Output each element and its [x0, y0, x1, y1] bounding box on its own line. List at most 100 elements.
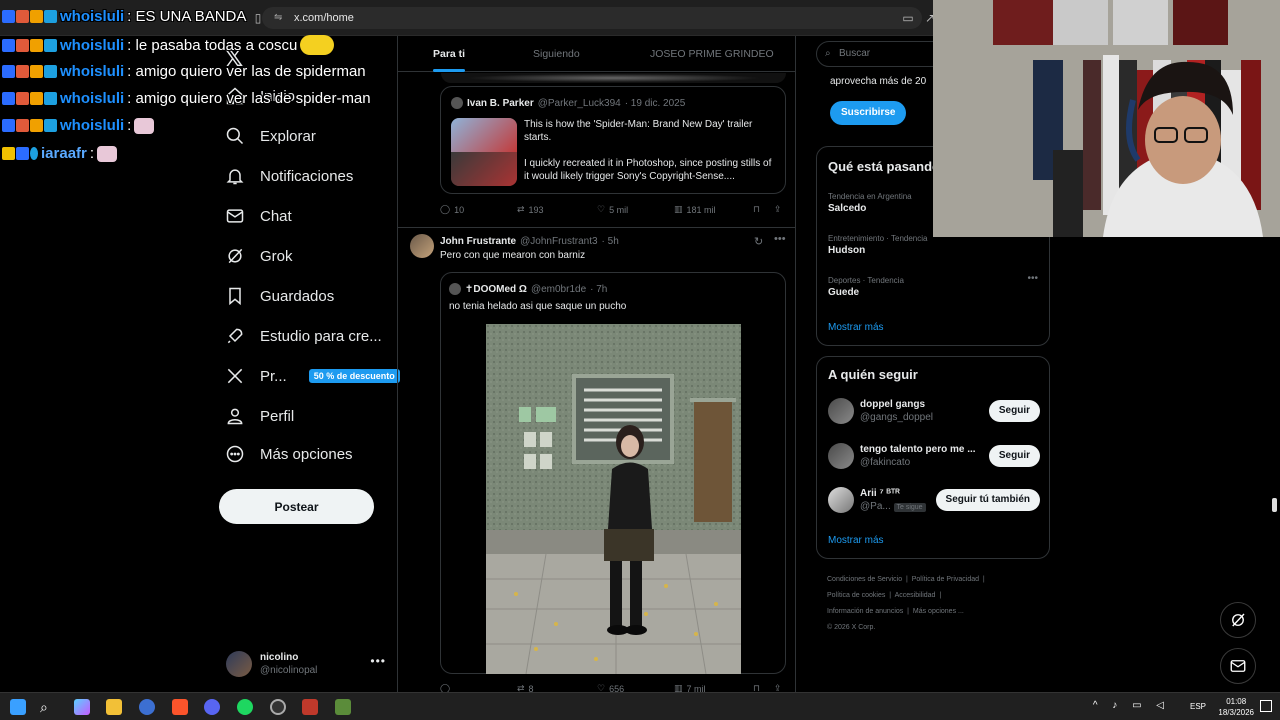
tab-for-you[interactable]: Para ti [433, 36, 466, 72]
repost-button[interactable]: ⇄ 8 [517, 683, 534, 692]
chat-username[interactable]: whoisluli [60, 37, 124, 54]
nav-grok[interactable]: Grok [224, 238, 293, 274]
follow-suggestion[interactable]: tengo talento pero me ... @fakincato Seg… [828, 441, 1040, 473]
site-info-icon[interactable]: ⇋ [274, 7, 282, 29]
minecraft-icon[interactable] [335, 699, 351, 715]
clock[interactable]: 01:08 18/3/2026 [1218, 696, 1254, 718]
nav-profile[interactable]: Perfil [224, 398, 294, 434]
reply-button[interactable]: ◯ 10 [440, 204, 464, 215]
footer-link[interactable]: Información de anuncios [827, 608, 903, 615]
nav-more[interactable]: Más opciones [224, 436, 353, 472]
search-icon[interactable]: ⌕ [40, 699, 56, 715]
quoted-post-text: no tenia helado asi que saque un pucho [449, 301, 627, 312]
tab-following[interactable]: Siguiendo [533, 36, 580, 72]
chat-username[interactable]: whoisluli [60, 117, 124, 134]
chat-username[interactable]: whoisluli [60, 90, 124, 107]
obs-icon[interactable] [270, 699, 286, 715]
chat-username[interactable]: iaraafr [41, 145, 87, 162]
cast-icon[interactable]: ▭ [900, 10, 916, 26]
follow-suggestion[interactable]: Arii ⁷ ᴮᵀᴿ @Pa... Te sigue Seguir tú tam… [828, 485, 1040, 517]
follow-back-button[interactable]: Seguir tú también [935, 489, 1040, 511]
footer-link[interactable]: Accesibilidad [895, 592, 936, 599]
nav-notifications[interactable]: Notificaciones [224, 158, 353, 194]
post-button[interactable]: Postear [219, 489, 374, 524]
nav-creator-studio[interactable]: Estudio para cre... [224, 318, 382, 354]
avatar[interactable] [410, 234, 434, 258]
chat-message: iaraafr: [2, 145, 118, 162]
suggestion-name: doppel gangs [860, 399, 925, 410]
trend-item[interactable]: Deportes · Tendencia Guede [828, 275, 904, 300]
page-scrollbar[interactable] [1272, 498, 1277, 512]
bell-icon [224, 165, 246, 187]
author-name[interactable]: John Frustrante [440, 236, 516, 247]
brave-browser-icon[interactable] [172, 699, 188, 715]
nav-chat[interactable]: Chat [224, 198, 292, 234]
chat-username[interactable]: whoisluli [60, 8, 124, 25]
follow-button[interactable]: Seguir [988, 445, 1040, 467]
app-icon[interactable] [139, 699, 155, 715]
trend-more-icon[interactable]: ••• [1027, 273, 1038, 284]
views-button[interactable]: ▥ 181 mil [674, 204, 716, 215]
tab-list[interactable]: JOSEO PRIME GRINDEO [650, 36, 774, 72]
repost-button[interactable]: ⇄ 193 [517, 204, 544, 215]
footer-link[interactable]: Condiciones de Servicio [827, 576, 902, 583]
profile-handle: @nicolinopal [260, 665, 318, 676]
post-more-icon[interactable]: ••• [774, 233, 786, 245]
quoted-text-line1: This is how the 'Spider-Man: Brand New D… [524, 119, 753, 143]
show-more-trends-link[interactable]: Mostrar más [828, 322, 884, 333]
quoted-post[interactable]: Ivan B. Parker @Parker_Luck394 · 19 dic.… [440, 86, 786, 194]
follows-you-badge: Te sigue [893, 503, 926, 512]
x-icon [224, 365, 246, 387]
rocket-icon [224, 325, 246, 347]
like-button[interactable]: ♡ 5 mil [597, 204, 628, 215]
nav-profile-label: Perfil [260, 407, 295, 425]
share-icon[interactable]: ⇪ [774, 204, 782, 215]
share-icon[interactable]: ⇪ [774, 683, 782, 692]
discord-icon[interactable] [204, 699, 220, 715]
bookmark-icon[interactable]: ⊓ [753, 204, 760, 215]
quoted-text-line2: I quickly recreated it in Photoshop, sin… [524, 158, 772, 182]
show-more-follow-link[interactable]: Mostrar más [828, 535, 884, 546]
account-more-icon[interactable]: ••• [370, 654, 386, 668]
nav-creator-studio-label: Estudio para cre... [260, 327, 382, 345]
app-icon[interactable] [302, 699, 318, 715]
quoted-post-thumbnail[interactable] [451, 118, 517, 186]
footer-link[interactable]: Política de Privacidad [912, 576, 979, 583]
grok-icon[interactable]: ↻ [754, 235, 763, 248]
like-button[interactable]: ♡ 656 [597, 683, 624, 692]
trend-item[interactable]: Tendencia en Argentina Salcedo [828, 191, 912, 216]
windows-start-icon[interactable] [10, 699, 26, 715]
premium-discount-badge: 50 % de descuento [308, 369, 400, 383]
language-indicator[interactable]: ESP [1190, 702, 1206, 711]
copilot-icon[interactable] [74, 699, 90, 715]
chat-badges [2, 38, 57, 52]
reply-button[interactable]: ◯ [440, 683, 454, 692]
trend-item[interactable]: Entretenimiento · Tendencia Hudson [828, 233, 927, 258]
subscribe-button[interactable]: Suscribirse [830, 101, 907, 125]
bookmark-icon[interactable]: ⊓ [753, 683, 760, 692]
nav-explore[interactable]: Explorar [224, 118, 316, 154]
follow-button[interactable]: Seguir [988, 400, 1040, 422]
post-photo[interactable] [486, 324, 741, 674]
author-handle: @em0br1de [530, 283, 587, 295]
messages-float-button[interactable] [1220, 648, 1256, 684]
follow-suggestion[interactable]: doppel gangs @gangs_doppel Seguir [828, 396, 1040, 428]
author-handle[interactable]: @JohnFrustrant3 [520, 236, 597, 247]
footer-link[interactable]: Política de cookies [827, 592, 885, 599]
emote-icon [97, 145, 118, 162]
views-button[interactable]: ▥ 7 mil [674, 683, 706, 692]
nav-premium[interactable]: Pr... 50 % de descuento [224, 358, 400, 394]
address-bar[interactable]: ⇋ x.com/home [262, 7, 922, 29]
account-switcher[interactable]: nicolino @nicolinopal ••• [226, 646, 386, 682]
search-icon: ⌕ [825, 48, 831, 59]
chat-badges [2, 10, 57, 23]
chat-username[interactable]: whoisluli [60, 63, 124, 80]
nav-grok-label: Grok [260, 247, 293, 265]
notifications-icon[interactable] [1260, 700, 1272, 712]
file-explorer-icon[interactable] [106, 699, 122, 715]
system-tray-icons[interactable]: ^ ♪ ▭ ◁ [1093, 700, 1170, 711]
nav-bookmarks[interactable]: Guardados [224, 278, 334, 314]
spotify-icon[interactable] [237, 699, 253, 715]
grok-float-button[interactable] [1220, 602, 1256, 638]
footer-link[interactable]: Más opciones ... [913, 608, 964, 615]
